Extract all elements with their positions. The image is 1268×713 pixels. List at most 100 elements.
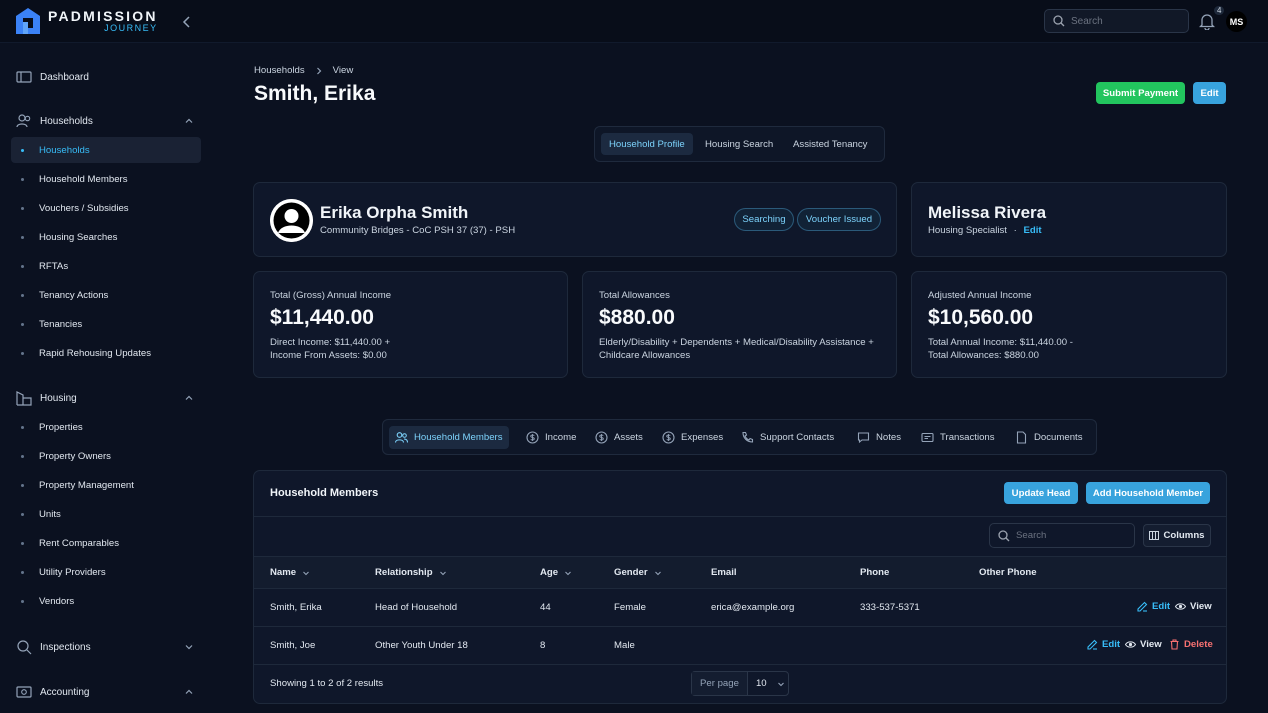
sidebar-item-housing-searches[interactable]: Housing Searches bbox=[11, 224, 201, 250]
collapse-sidebar-icon[interactable] bbox=[178, 13, 196, 31]
status-badge-searching: Searching bbox=[734, 208, 794, 231]
column-header-gender[interactable]: Gender bbox=[614, 567, 662, 578]
tab-household-profile[interactable]: Household Profile bbox=[601, 133, 693, 155]
dollar-circle-icon bbox=[595, 431, 608, 444]
table-header: Name Relationship Age Gender Email Phone… bbox=[254, 556, 1226, 589]
update-head-button[interactable]: Update Head bbox=[1004, 482, 1078, 504]
stat-label: Total Allowances bbox=[599, 290, 670, 301]
tab-assisted-tenancy[interactable]: Assisted Tenancy bbox=[785, 133, 875, 155]
pagination-summary: Showing 1 to 2 of 2 results bbox=[270, 678, 384, 689]
logo-mark-icon bbox=[16, 8, 40, 34]
pencil-icon bbox=[1087, 639, 1098, 650]
tab-notes[interactable]: Notes bbox=[851, 426, 907, 449]
global-search-input[interactable] bbox=[1071, 15, 1181, 27]
tab-documents[interactable]: Documents bbox=[1009, 426, 1089, 449]
cell-name: Smith, Joe bbox=[270, 640, 316, 651]
pencil-icon bbox=[1137, 601, 1148, 612]
sidebar-item-rent-comparables[interactable]: Rent Comparables bbox=[11, 530, 201, 556]
household-members-card: Household Members Update Head Add Househ… bbox=[253, 470, 1227, 704]
sidebar-item-households[interactable]: Households bbox=[11, 137, 201, 163]
sidebar-item-units[interactable]: Units bbox=[11, 501, 201, 527]
nav-group-accounting[interactable]: Accounting bbox=[16, 684, 194, 700]
tab-housing-search[interactable]: Housing Search bbox=[697, 133, 781, 155]
person-name: Erika Orpha Smith bbox=[320, 203, 469, 222]
tab-transactions[interactable]: Transactions bbox=[915, 426, 1001, 449]
app-logo[interactable]: PADMISSION JOURNEY bbox=[16, 8, 158, 34]
edit-specialist-link[interactable]: Edit bbox=[1023, 225, 1041, 236]
cell-age: 8 bbox=[540, 640, 546, 651]
cell-relationship: Head of Household bbox=[375, 602, 458, 613]
dollar-circle-icon bbox=[526, 431, 539, 444]
specialist-role-line: Housing Specialist · Edit bbox=[928, 225, 1042, 236]
bell-icon[interactable] bbox=[1198, 12, 1216, 31]
sort-chevron-icon bbox=[654, 571, 661, 575]
column-header-relationship[interactable]: Relationship bbox=[375, 567, 447, 578]
tab-household-members[interactable]: Household Members bbox=[389, 426, 509, 449]
money-icon bbox=[16, 686, 32, 698]
nav-group-inspections[interactable]: Inspections bbox=[16, 639, 194, 655]
cell-age: 44 bbox=[540, 602, 551, 613]
members-search-input[interactable] bbox=[1016, 530, 1126, 541]
eye-icon bbox=[1175, 603, 1186, 610]
breadcrumb-current: View bbox=[332, 65, 354, 76]
delete-member-button[interactable]: Delete bbox=[1169, 639, 1213, 650]
household-tabs: Household Profile Housing Search Assiste… bbox=[594, 126, 885, 162]
edit-household-button[interactable]: Edit bbox=[1193, 82, 1226, 104]
household-detail-tabs: Household Members Income Assets Expenses… bbox=[382, 419, 1097, 455]
sidebar-item-properties[interactable]: Properties bbox=[11, 414, 201, 440]
dollar-circle-icon bbox=[662, 431, 675, 444]
sidebar-item-rftas[interactable]: RFTAs bbox=[11, 253, 201, 279]
sidebar-item-vendors[interactable]: Vendors bbox=[11, 588, 201, 614]
tab-support-contacts[interactable]: Support Contacts bbox=[735, 426, 840, 449]
column-header-age[interactable]: Age bbox=[540, 567, 572, 578]
sidebar-item-rapid-rehousing[interactable]: Rapid Rehousing Updates bbox=[11, 340, 201, 366]
nav-group-households[interactable]: Households bbox=[16, 113, 194, 129]
sidebar-item-property-management[interactable]: Property Management bbox=[11, 472, 201, 498]
per-page-select[interactable]: Per page 10 bbox=[691, 671, 789, 696]
global-search[interactable] bbox=[1044, 9, 1189, 33]
top-bar: PADMISSION JOURNEY 4 MS bbox=[0, 0, 1268, 43]
tab-assets[interactable]: Assets bbox=[589, 426, 649, 449]
logo-subtitle: JOURNEY bbox=[104, 23, 158, 33]
cell-phone: 333-537-5371 bbox=[860, 602, 920, 613]
column-header-phone: Phone bbox=[860, 567, 890, 578]
edit-member-button[interactable]: Edit bbox=[1087, 639, 1120, 650]
add-household-member-button[interactable]: Add Household Member bbox=[1086, 482, 1210, 504]
page-title: Smith, Erika bbox=[254, 82, 376, 105]
sidebar-item-property-owners[interactable]: Property Owners bbox=[11, 443, 201, 469]
nav-group-households-label: Households bbox=[40, 115, 93, 127]
sidebar-item-vouchers[interactable]: Vouchers / Subsidies bbox=[11, 195, 201, 221]
user-avatar[interactable]: MS bbox=[1226, 11, 1247, 32]
nav-group-housing[interactable]: Housing bbox=[16, 390, 194, 406]
columns-button[interactable]: Columns bbox=[1143, 524, 1211, 547]
notification-count: 4 bbox=[1214, 6, 1225, 15]
sidebar-item-tenancies[interactable]: Tenancies bbox=[11, 311, 201, 337]
submit-payment-button[interactable]: Submit Payment bbox=[1096, 82, 1185, 104]
column-header-other-phone: Other Phone bbox=[979, 567, 1037, 578]
nav-dashboard[interactable]: Dashboard bbox=[16, 69, 89, 85]
sidebar-item-tenancy-actions[interactable]: Tenancy Actions bbox=[11, 282, 201, 308]
breadcrumb-households-link[interactable]: Households bbox=[254, 65, 305, 76]
search-icon bbox=[17, 640, 32, 655]
tab-expenses[interactable]: Expenses bbox=[656, 426, 729, 449]
logo-title: PADMISSION bbox=[48, 8, 158, 24]
document-icon bbox=[1016, 431, 1027, 444]
household-members-title: Household Members bbox=[270, 487, 379, 499]
stat-value: $11,440.00 bbox=[270, 306, 374, 329]
columns-icon bbox=[1149, 531, 1160, 540]
view-member-button[interactable]: View bbox=[1125, 639, 1162, 650]
view-member-button[interactable]: View bbox=[1175, 601, 1212, 612]
column-header-name[interactable]: Name bbox=[270, 567, 310, 578]
edit-member-button[interactable]: Edit bbox=[1137, 601, 1170, 612]
chevron-right-icon bbox=[316, 67, 322, 74]
tab-income[interactable]: Income bbox=[520, 426, 582, 449]
stat-card-allowances: Total Allowances $880.00 Elderly/Disabil… bbox=[582, 271, 897, 378]
users-icon bbox=[395, 432, 408, 443]
sidebar-item-utility-providers[interactable]: Utility Providers bbox=[11, 559, 201, 585]
members-search[interactable] bbox=[989, 523, 1135, 548]
sidebar: Dashboard Households Households Househol… bbox=[0, 43, 212, 713]
stat-value: $10,560.00 bbox=[928, 306, 1034, 329]
sort-chevron-icon bbox=[565, 571, 572, 575]
stat-card-gross-income: Total (Gross) Annual Income $11,440.00 D… bbox=[253, 271, 568, 378]
sidebar-item-household-members[interactable]: Household Members bbox=[11, 166, 201, 192]
